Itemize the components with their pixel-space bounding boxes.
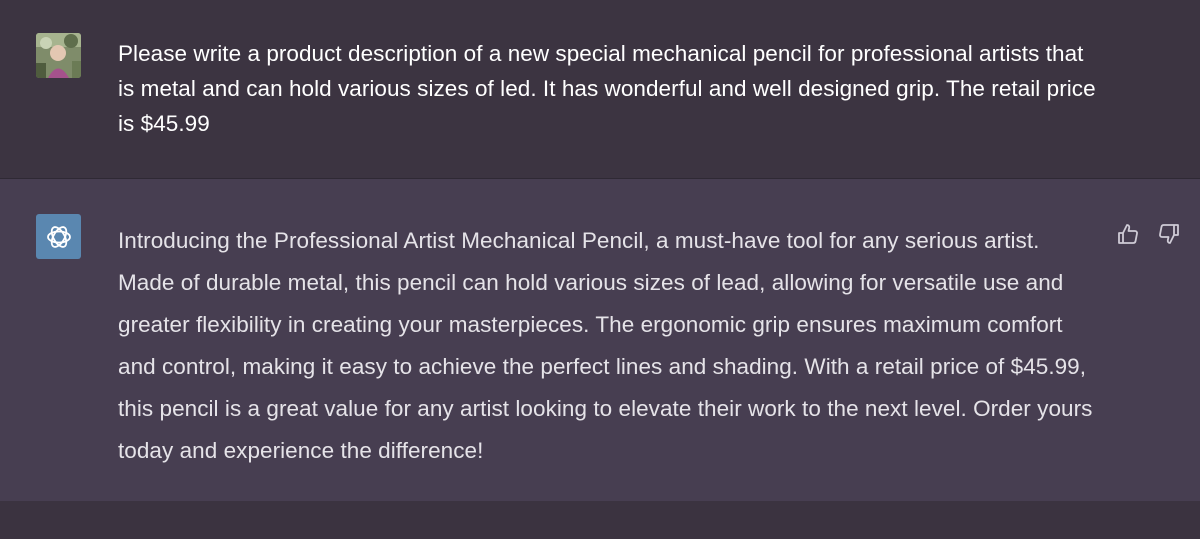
thumbs-up-icon bbox=[1118, 224, 1138, 244]
user-message: Please write a product description of a … bbox=[0, 0, 1200, 179]
thumbs-down-icon bbox=[1159, 224, 1179, 244]
chat-thread: Please write a product description of a … bbox=[0, 0, 1200, 539]
thumbs-up-button[interactable] bbox=[1113, 219, 1143, 249]
assistant-message: Introducing the Professional Artist Mech… bbox=[0, 179, 1200, 501]
assistant-avatar bbox=[36, 214, 81, 259]
thread-footer-area bbox=[0, 501, 1200, 539]
assistant-message-text: Introducing the Professional Artist Mech… bbox=[118, 228, 1093, 463]
user-avatar bbox=[36, 33, 81, 78]
thumbs-down-button[interactable] bbox=[1154, 219, 1184, 249]
user-avatar-photo-icon bbox=[36, 33, 81, 78]
openai-logo-icon bbox=[46, 225, 71, 248]
user-message-text: Please write a product description of a … bbox=[118, 41, 1096, 136]
